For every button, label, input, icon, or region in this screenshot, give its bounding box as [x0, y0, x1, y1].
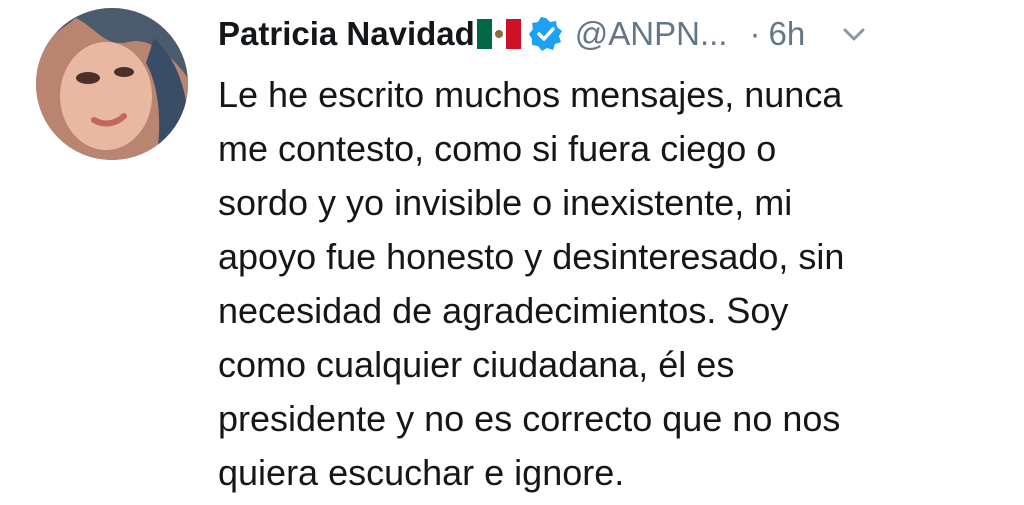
- separator-dot: ·: [749, 15, 761, 52]
- mexico-flag-icon: [476, 19, 521, 49]
- author-display-name[interactable]: Patricia Navidad: [218, 15, 475, 53]
- verified-badge-icon: [528, 17, 563, 51]
- tweet-text-line: presidente y no es correcto que no nos: [218, 398, 841, 439]
- author-handle[interactable]: @ANPN...: [575, 15, 728, 53]
- tweet-text-line: me contesto, como si fuera ciego o: [218, 128, 777, 169]
- tweet-timestamp[interactable]: 6h: [768, 15, 805, 53]
- tweet-text-line: sordo y yo invisible o inexistente, mi: [218, 182, 793, 223]
- avatar-image: [36, 8, 188, 160]
- tweet-text-line: quiera escuchar e ignore.: [218, 452, 625, 493]
- tweet-card[interactable]: Patricia Navidad @ANPN... · 6h Le he esc…: [0, 0, 1024, 505]
- tweet-text: Le he escrito muchos mensajes, nunca me …: [218, 68, 1008, 500]
- tweet-text-line: apoyo fue honesto y desinteresado, sin: [218, 236, 845, 277]
- tweet-text-line: Le he escrito muchos mensajes, nunca: [218, 74, 843, 115]
- tweet-text-line: necesidad de agradecimientos. Soy: [218, 290, 789, 331]
- chevron-down-icon[interactable]: [839, 19, 869, 49]
- tweet-text-line: como cualquier ciudadana, él es: [218, 344, 735, 385]
- profile-avatar[interactable]: [36, 8, 188, 160]
- tweet-header: Patricia Navidad @ANPN... · 6h: [218, 6, 1008, 62]
